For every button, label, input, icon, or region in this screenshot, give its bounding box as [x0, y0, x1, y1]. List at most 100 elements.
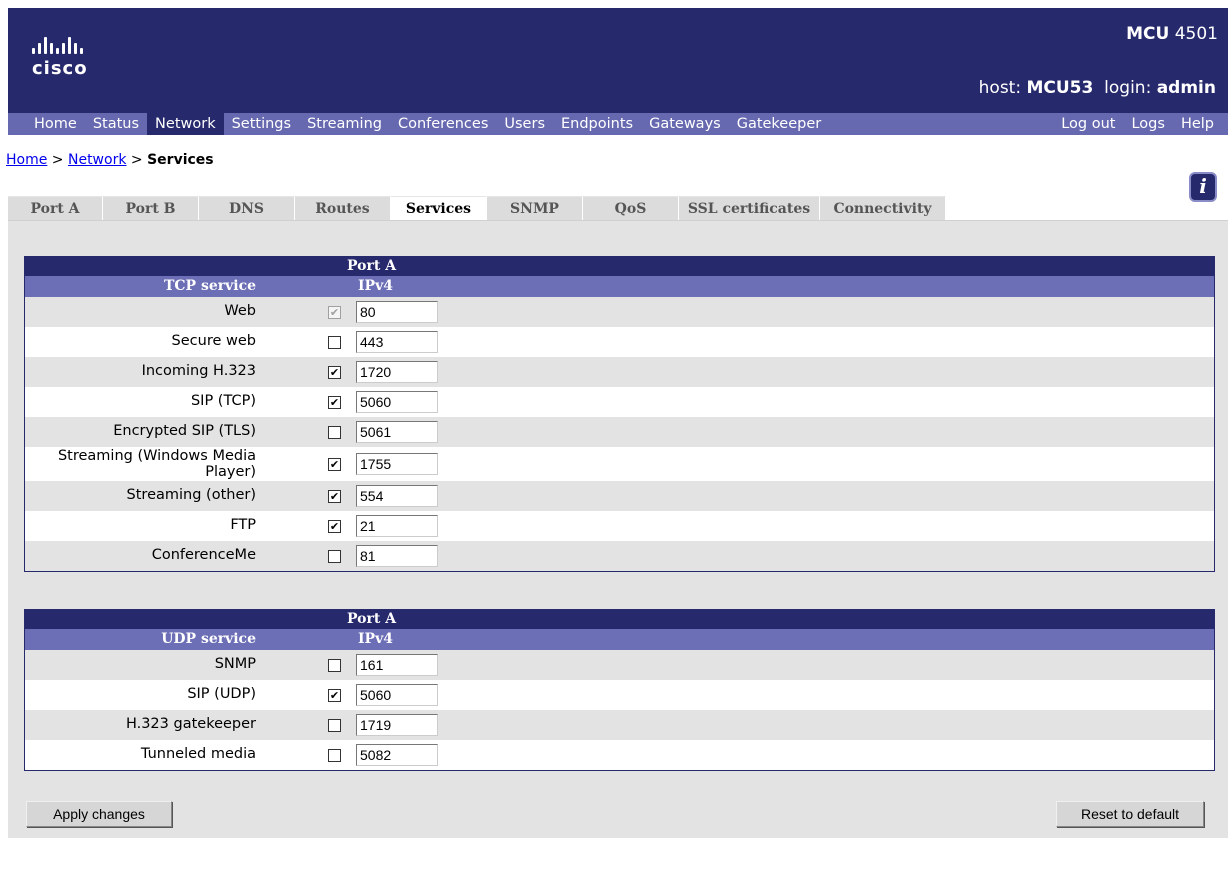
udp-service-enable-checkbox[interactable]: [328, 749, 341, 762]
udp-service-enable-checkbox[interactable]: [328, 719, 341, 732]
udp-service-row: H.323 gatekeeper 1719: [25, 710, 1214, 740]
nav-users[interactable]: Users: [496, 113, 553, 135]
nav-help[interactable]: Help: [1173, 113, 1228, 135]
tcp-service-port-input[interactable]: 1755: [356, 453, 438, 475]
nav-logs[interactable]: Logs: [1123, 113, 1172, 135]
tcp-service-enable-checkbox[interactable]: [328, 426, 341, 439]
tcp-service-port-input[interactable]: 5060: [356, 391, 438, 413]
services-panel: Port A TCP service IPv4 Web ✔ 80 Secure web…: [8, 220, 1228, 838]
udp-service-enable-checkbox[interactable]: ✔: [328, 689, 341, 702]
host-value: MCU53: [1026, 78, 1094, 98]
breadcrumb-current: Services: [147, 152, 214, 168]
breadcrumb: Home > Network > Services: [6, 152, 214, 168]
tab-qos[interactable]: QoS: [583, 196, 679, 220]
tcp-service-label: FTP: [230, 517, 256, 533]
tab-routes[interactable]: Routes: [295, 196, 391, 220]
product-model: 4501: [1174, 24, 1218, 44]
udp-service-enable-checkbox[interactable]: [328, 659, 341, 672]
product-name: MCU 4501: [1126, 24, 1218, 44]
tcp-service-label: Streaming (Windows Media Player): [57, 448, 256, 480]
tcp-service-port-input[interactable]: 554: [356, 485, 438, 507]
udp-table-port-header-row: Port A: [25, 610, 1214, 629]
tcp-service-row: Incoming H.323 ✔ 1720: [25, 357, 1214, 387]
tcp-service-label: ConferenceMe: [151, 547, 256, 563]
tcp-service-enable-checkbox[interactable]: [328, 550, 341, 563]
nav-logout[interactable]: Log out: [1053, 113, 1123, 135]
tcp-service-row: FTP ✔ 21: [25, 511, 1214, 541]
udp-services-table: Port A UDP service IPv4 SNMP 161 SIP (UDP)…: [24, 609, 1215, 771]
tab-port-b[interactable]: Port B: [103, 196, 199, 220]
breadcrumb-separator: >: [130, 152, 143, 168]
nav-home[interactable]: Home: [8, 113, 85, 135]
host-login-info: host: MCU53 login: admin: [979, 78, 1216, 98]
tab-dns[interactable]: DNS: [199, 196, 295, 220]
tcp-table-port-header-row: Port A: [25, 257, 1214, 276]
tcp-services-table: Port A TCP service IPv4 Web ✔ 80 Secure web…: [24, 256, 1215, 572]
cisco-logo-text: cisco: [32, 58, 88, 79]
nav-settings[interactable]: Settings: [224, 113, 299, 135]
apply-changes-button[interactable]: Apply changes: [26, 801, 172, 827]
tcp-service-enable-checkbox: ✔: [328, 306, 341, 319]
tcp-ipv4-header: IPv4: [358, 278, 393, 294]
tcp-service-row: ConferenceMe 81: [25, 541, 1214, 571]
login-label: login:: [1104, 78, 1152, 98]
tcp-table-column-header-row: TCP service IPv4: [25, 276, 1214, 297]
tcp-service-label: Encrypted SIP (TLS): [113, 423, 256, 439]
tcp-service-enable-checkbox[interactable]: ✔: [328, 458, 341, 471]
udp-service-port-input[interactable]: 5060: [356, 684, 438, 706]
udp-service-row: SNMP 161: [25, 650, 1214, 680]
tcp-service-row: Streaming (other) ✔ 554: [25, 481, 1214, 511]
nav-network[interactable]: Network: [147, 113, 224, 135]
udp-service-row: SIP (UDP) ✔ 5060: [25, 680, 1214, 710]
tcp-service-port-input[interactable]: 81: [356, 545, 438, 567]
nav-streaming[interactable]: Streaming: [299, 113, 390, 135]
tcp-service-label: Incoming H.323: [141, 363, 256, 379]
tcp-service-port-input[interactable]: 1720: [356, 361, 438, 383]
tab-snmp[interactable]: SNMP: [487, 196, 583, 220]
nav-gatekeeper[interactable]: Gatekeeper: [729, 113, 830, 135]
tcp-service-row: Secure web 443: [25, 327, 1214, 357]
reset-to-default-button[interactable]: Reset to default: [1056, 801, 1204, 827]
nav-endpoints[interactable]: Endpoints: [553, 113, 641, 135]
tcp-service-port-input[interactable]: 80: [356, 301, 438, 323]
nav-conferences[interactable]: Conferences: [390, 113, 496, 135]
breadcrumb-home[interactable]: Home: [6, 152, 47, 168]
tcp-service-enable-checkbox[interactable]: ✔: [328, 520, 341, 533]
udp-service-label: Tunneled media: [140, 746, 256, 762]
tab-connectivity[interactable]: Connectivity: [820, 196, 946, 220]
udp-service-port-input[interactable]: 5082: [356, 744, 438, 766]
tcp-service-label: Secure web: [171, 333, 256, 349]
udp-service-row: Tunneled media 5082: [25, 740, 1214, 770]
tcp-service-port-input[interactable]: 5061: [356, 421, 438, 443]
host-label: host:: [978, 78, 1022, 98]
tcp-port-header: Port A: [347, 258, 397, 274]
tab-ssl-certificates[interactable]: SSL certificates: [679, 196, 820, 220]
login-value: admin: [1156, 78, 1216, 98]
udp-service-port-input[interactable]: 1719: [356, 714, 438, 736]
udp-service-port-input[interactable]: 161: [356, 654, 438, 676]
tcp-service-row: Web ✔ 80: [25, 297, 1214, 327]
tcp-service-port-input[interactable]: 21: [356, 515, 438, 537]
tab-port-a[interactable]: Port A: [8, 196, 103, 220]
tcp-service-label: Web: [224, 303, 256, 319]
tcp-service-enable-checkbox[interactable]: ✔: [328, 490, 341, 503]
tcp-service-enable-checkbox[interactable]: [328, 336, 341, 349]
tcp-service-port-input[interactable]: 443: [356, 331, 438, 353]
info-icon[interactable]: i: [1189, 172, 1217, 202]
breadcrumb-network[interactable]: Network: [68, 152, 126, 168]
udp-service-label: H.323 gatekeeper: [125, 716, 256, 732]
tcp-service-enable-checkbox[interactable]: ✔: [328, 396, 341, 409]
nav-gateways[interactable]: Gateways: [641, 113, 729, 135]
udp-table-column-header-row: UDP service IPv4: [25, 629, 1214, 650]
udp-ipv4-header: IPv4: [358, 631, 393, 647]
tcp-service-row: Streaming (Windows Media Player) ✔ 1755: [25, 447, 1214, 481]
tcp-service-row: Encrypted SIP (TLS) 5061: [25, 417, 1214, 447]
cisco-logo-icon: cisco: [32, 36, 142, 96]
tab-services[interactable]: Services: [391, 196, 487, 220]
tcp-service-enable-checkbox[interactable]: ✔: [328, 366, 341, 379]
tcp-rows: Web ✔ 80 Secure web 443 Incoming H.323 ✔ 1720 SI…: [25, 297, 1214, 571]
header-banner: cisco MCU 4501 host: MCU53 login: admin: [8, 8, 1228, 113]
nav-right-group: Log out Logs Help: [1053, 113, 1228, 135]
nav-status[interactable]: Status: [85, 113, 147, 135]
udp-service-label: SNMP: [214, 656, 256, 672]
